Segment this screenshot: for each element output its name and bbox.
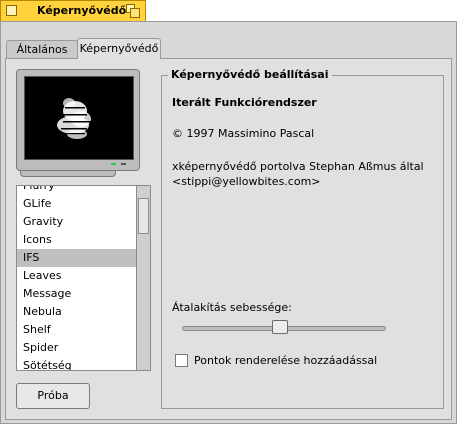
preview-screen	[24, 76, 134, 160]
window-title: Képernyővédő	[37, 4, 127, 17]
screensaver-panel: Flurry GLife Gravity Icons IFS Leaves Me…	[5, 58, 452, 420]
settings-group: Képernyővédő beállításai Iterált Funkció…	[161, 68, 444, 409]
port-info-text: xképernyővédő portolva Stephan Aßmus ált…	[172, 160, 424, 188]
list-item[interactable]: Shelf	[17, 321, 137, 339]
list-item[interactable]: GLife	[17, 195, 137, 213]
scrollbar-thumb[interactable]	[138, 198, 149, 234]
screensaver-list[interactable]: Flurry GLife Gravity Icons IFS Leaves Me…	[16, 185, 151, 371]
tab-general[interactable]: Általános	[6, 40, 78, 58]
monitor-preview	[16, 69, 140, 171]
preferences-window: Általános Képernyővédő Flurry GLife Grav…	[0, 21, 457, 424]
monitor-stand	[20, 171, 116, 177]
list-item-selected[interactable]: IFS	[17, 249, 137, 267]
list-item[interactable]: Flurry	[17, 186, 137, 195]
close-icon[interactable]	[6, 5, 17, 16]
list-item[interactable]: Leaves	[17, 267, 137, 285]
power-led-icon	[111, 163, 116, 165]
copyright-text: © 1997 Massimino Pascal	[172, 127, 315, 140]
list-item[interactable]: Nebula	[17, 303, 137, 321]
ifs-fractal-preview	[57, 98, 91, 139]
list-item[interactable]: Gravity	[17, 213, 137, 231]
list-item[interactable]: Spider	[17, 339, 137, 357]
indicator-led-icon	[121, 163, 126, 165]
list-item[interactable]: Icons	[17, 231, 137, 249]
window-title-tab[interactable]: Képernyővédő	[0, 0, 146, 21]
speed-label: Átalakítás sebessége:	[172, 301, 292, 314]
list-item[interactable]: Message	[17, 285, 137, 303]
module-name: Iterált Funkciórendszer	[172, 96, 317, 109]
list-scrollbar[interactable]	[136, 186, 150, 370]
settings-group-title: Képernyővédő beállításai	[168, 68, 332, 81]
render-points-label: Pontok renderelése hozzáadással	[194, 354, 378, 367]
render-points-checkbox[interactable]	[175, 354, 188, 367]
test-button[interactable]: Próba	[16, 383, 90, 409]
list-item[interactable]: Sötétség	[17, 357, 137, 370]
tab-screensaver[interactable]: Képernyővédő	[77, 38, 161, 59]
zoom-icon[interactable]	[126, 4, 140, 18]
speed-slider-thumb[interactable]	[271, 320, 288, 334]
